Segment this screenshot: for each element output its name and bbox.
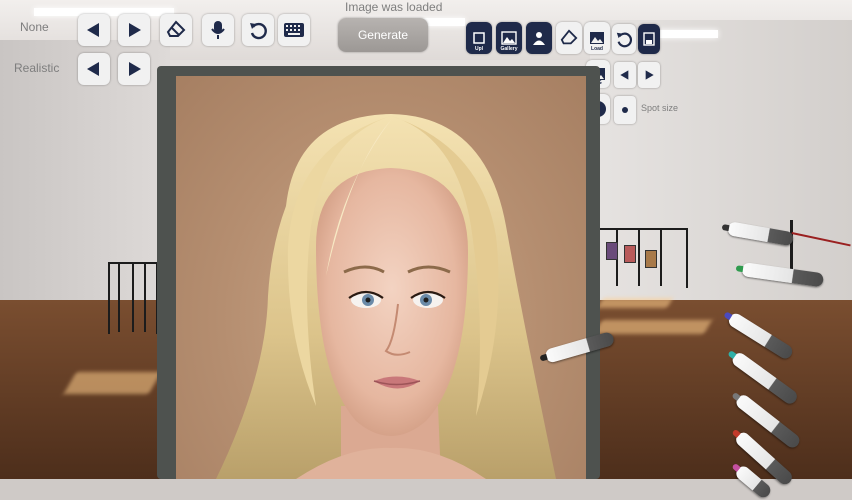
image-icon (501, 31, 517, 45)
marker-tip (735, 265, 744, 273)
generate-button[interactable]: Generate (338, 18, 428, 52)
floor-light-patch (593, 320, 713, 334)
microphone-button[interactable] (202, 14, 234, 46)
floor-light-patch (597, 298, 673, 308)
upload-button[interactable]: Upl (466, 22, 492, 54)
railing-post (132, 262, 134, 332)
keyboard-button[interactable] (278, 14, 310, 46)
triangle-right-icon (129, 23, 141, 37)
eraser-button-2[interactable] (556, 22, 582, 54)
undo-button[interactable] (242, 14, 274, 46)
drawing-canvas[interactable] (176, 76, 586, 479)
spot-size-prev-button[interactable] (614, 62, 636, 88)
spot-size-label: Spot size (641, 103, 679, 113)
wall-artwork (624, 245, 636, 263)
save-icon (643, 32, 655, 46)
upload-caption: Upl (474, 46, 484, 52)
generated-portrait-image (216, 114, 556, 479)
load-image-button[interactable]: Load (584, 22, 610, 54)
spot-size-small-button[interactable] (614, 96, 636, 124)
eraser-icon (166, 20, 186, 37)
microphone-icon (211, 21, 225, 39)
triangle-right-icon (645, 70, 654, 80)
person-icon (533, 32, 545, 45)
wall-artwork (645, 250, 657, 268)
wall-artwork (606, 242, 618, 260)
floor-light-patch (63, 372, 162, 394)
triangle-right-icon (129, 62, 141, 76)
upload-icon (473, 32, 485, 44)
undo-button-2[interactable] (612, 24, 636, 54)
style-row2-label: Realistic (14, 61, 60, 75)
triangle-left-icon (87, 23, 99, 37)
eraser-button[interactable] (160, 14, 192, 46)
railing-post (144, 262, 146, 332)
railing-post (660, 230, 662, 286)
undo-icon (250, 22, 267, 40)
style2-prev-button[interactable] (78, 53, 110, 85)
railing-post (638, 230, 640, 286)
style1-prev-button[interactable] (78, 14, 110, 46)
undo-icon (616, 32, 633, 48)
keyboard-icon (284, 23, 304, 37)
railing-post (118, 262, 120, 332)
triangle-left-icon (620, 70, 629, 80)
person-button[interactable] (526, 22, 552, 54)
style2-next-button[interactable] (118, 53, 150, 85)
style1-next-button[interactable] (118, 14, 150, 46)
spot-size-next-button[interactable] (638, 62, 660, 88)
save-button[interactable] (638, 24, 660, 54)
style-row1-label: None (20, 20, 49, 34)
gallery-button[interactable]: Gallery (496, 22, 522, 54)
eraser-icon (560, 29, 578, 45)
image-icon (590, 32, 604, 44)
dot-icon (622, 107, 628, 113)
load-caption: Load (591, 46, 603, 52)
marker-tip (721, 224, 730, 232)
gallery-caption: Gallery (500, 46, 518, 52)
status-text: Image was loaded (345, 0, 443, 14)
triangle-left-icon (87, 62, 99, 76)
